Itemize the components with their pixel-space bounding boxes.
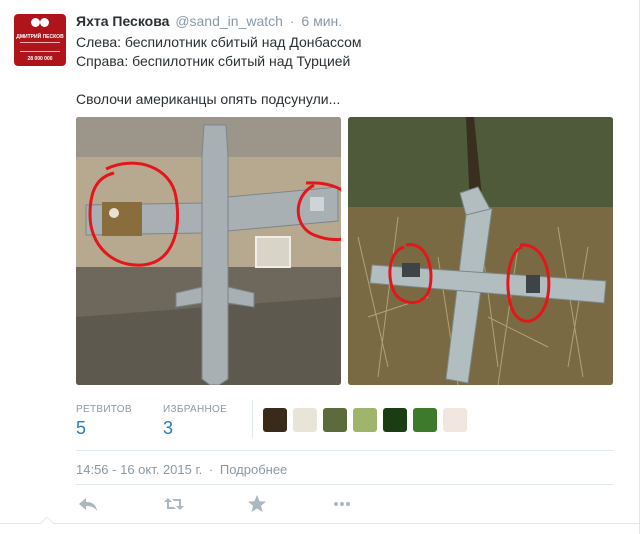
retweet-button[interactable] [162, 492, 186, 516]
avatar-count: 28 000 000 [27, 56, 53, 62]
more-button[interactable] [330, 492, 354, 516]
caret-up-icon [40, 516, 54, 524]
reply-icon [79, 498, 97, 511]
reply-button[interactable] [76, 492, 100, 516]
circle-marker-right [388, 243, 551, 323]
favoriter-avatar[interactable] [443, 408, 467, 432]
favoriter-avatar[interactable] [293, 408, 317, 432]
tweet-stats: РЕТВИТОВ 5 ИЗБРАННОЕ 3 [76, 398, 613, 446]
tweet-timestamp[interactable]: 14:56 - 16 окт. 2015 г. [76, 462, 202, 477]
retweets-count: 5 [76, 418, 87, 438]
favoriter-avatar[interactable] [263, 408, 287, 432]
details-link[interactable]: Подробнее [220, 462, 287, 477]
favoriter-avatar[interactable] [383, 408, 407, 432]
tweet-photos [76, 117, 613, 385]
tweet-time[interactable]: 6 мин. [301, 13, 342, 29]
bottom-divider [0, 523, 640, 524]
tweet-text: Слева: беспилотник сбитый над Донбассом … [76, 33, 362, 109]
retweet-icon [164, 498, 184, 510]
tweet-meta: 14:56 - 16 окт. 2015 г. · Подробнее [76, 462, 287, 477]
more-icon [334, 502, 350, 506]
favorites-label: ИЗБРАННОЕ [163, 404, 228, 415]
avatar-logo [30, 18, 50, 32]
tweet-line-comment: Сволочи американцы опять подсунули... [76, 91, 341, 107]
tweet-card: ДМИТРИЙ ПЕСКОВ 28 000 000 Яхта Пескова @… [0, 0, 640, 534]
tweet-line-right: Справа: беспилотник сбитый над Турцией [76, 53, 351, 69]
favorite-button[interactable] [245, 492, 269, 516]
meta-separator: · [208, 462, 214, 477]
header-separator: · [289, 13, 295, 29]
favoriter-avatar[interactable] [323, 408, 347, 432]
avatar[interactable]: ДМИТРИЙ ПЕСКОВ 28 000 000 [14, 14, 66, 66]
favorites-count: 3 [163, 418, 174, 438]
drone-turkey-photo[interactable] [348, 117, 613, 385]
retweets-stat[interactable]: РЕТВИТОВ 5 [76, 404, 132, 440]
favoriter-avatar[interactable] [353, 408, 377, 432]
favoriter-avatar[interactable] [413, 408, 437, 432]
actions-divider-line [76, 484, 613, 485]
fullname[interactable]: Яхта Пескова [76, 13, 169, 29]
stats-divider [252, 400, 253, 438]
circle-marker-left [88, 161, 341, 267]
username[interactable]: @sand_in_watch [175, 13, 283, 29]
stats-divider-line [76, 450, 613, 451]
tweet-line-left: Слева: беспилотник сбитый над Донбассом [76, 34, 362, 50]
tweet-header: Яхта Пескова @sand_in_watch · 6 мин. [76, 12, 342, 30]
avatar-name: ДМИТРИЙ ПЕСКОВ [16, 34, 64, 40]
avatar-banner [20, 42, 60, 52]
drone-donbass-photo[interactable] [76, 117, 341, 385]
favorites-stat[interactable]: ИЗБРАННОЕ 3 [163, 404, 227, 440]
star-icon [248, 495, 266, 512]
retweets-label: РЕТВИТОВ [76, 404, 132, 415]
